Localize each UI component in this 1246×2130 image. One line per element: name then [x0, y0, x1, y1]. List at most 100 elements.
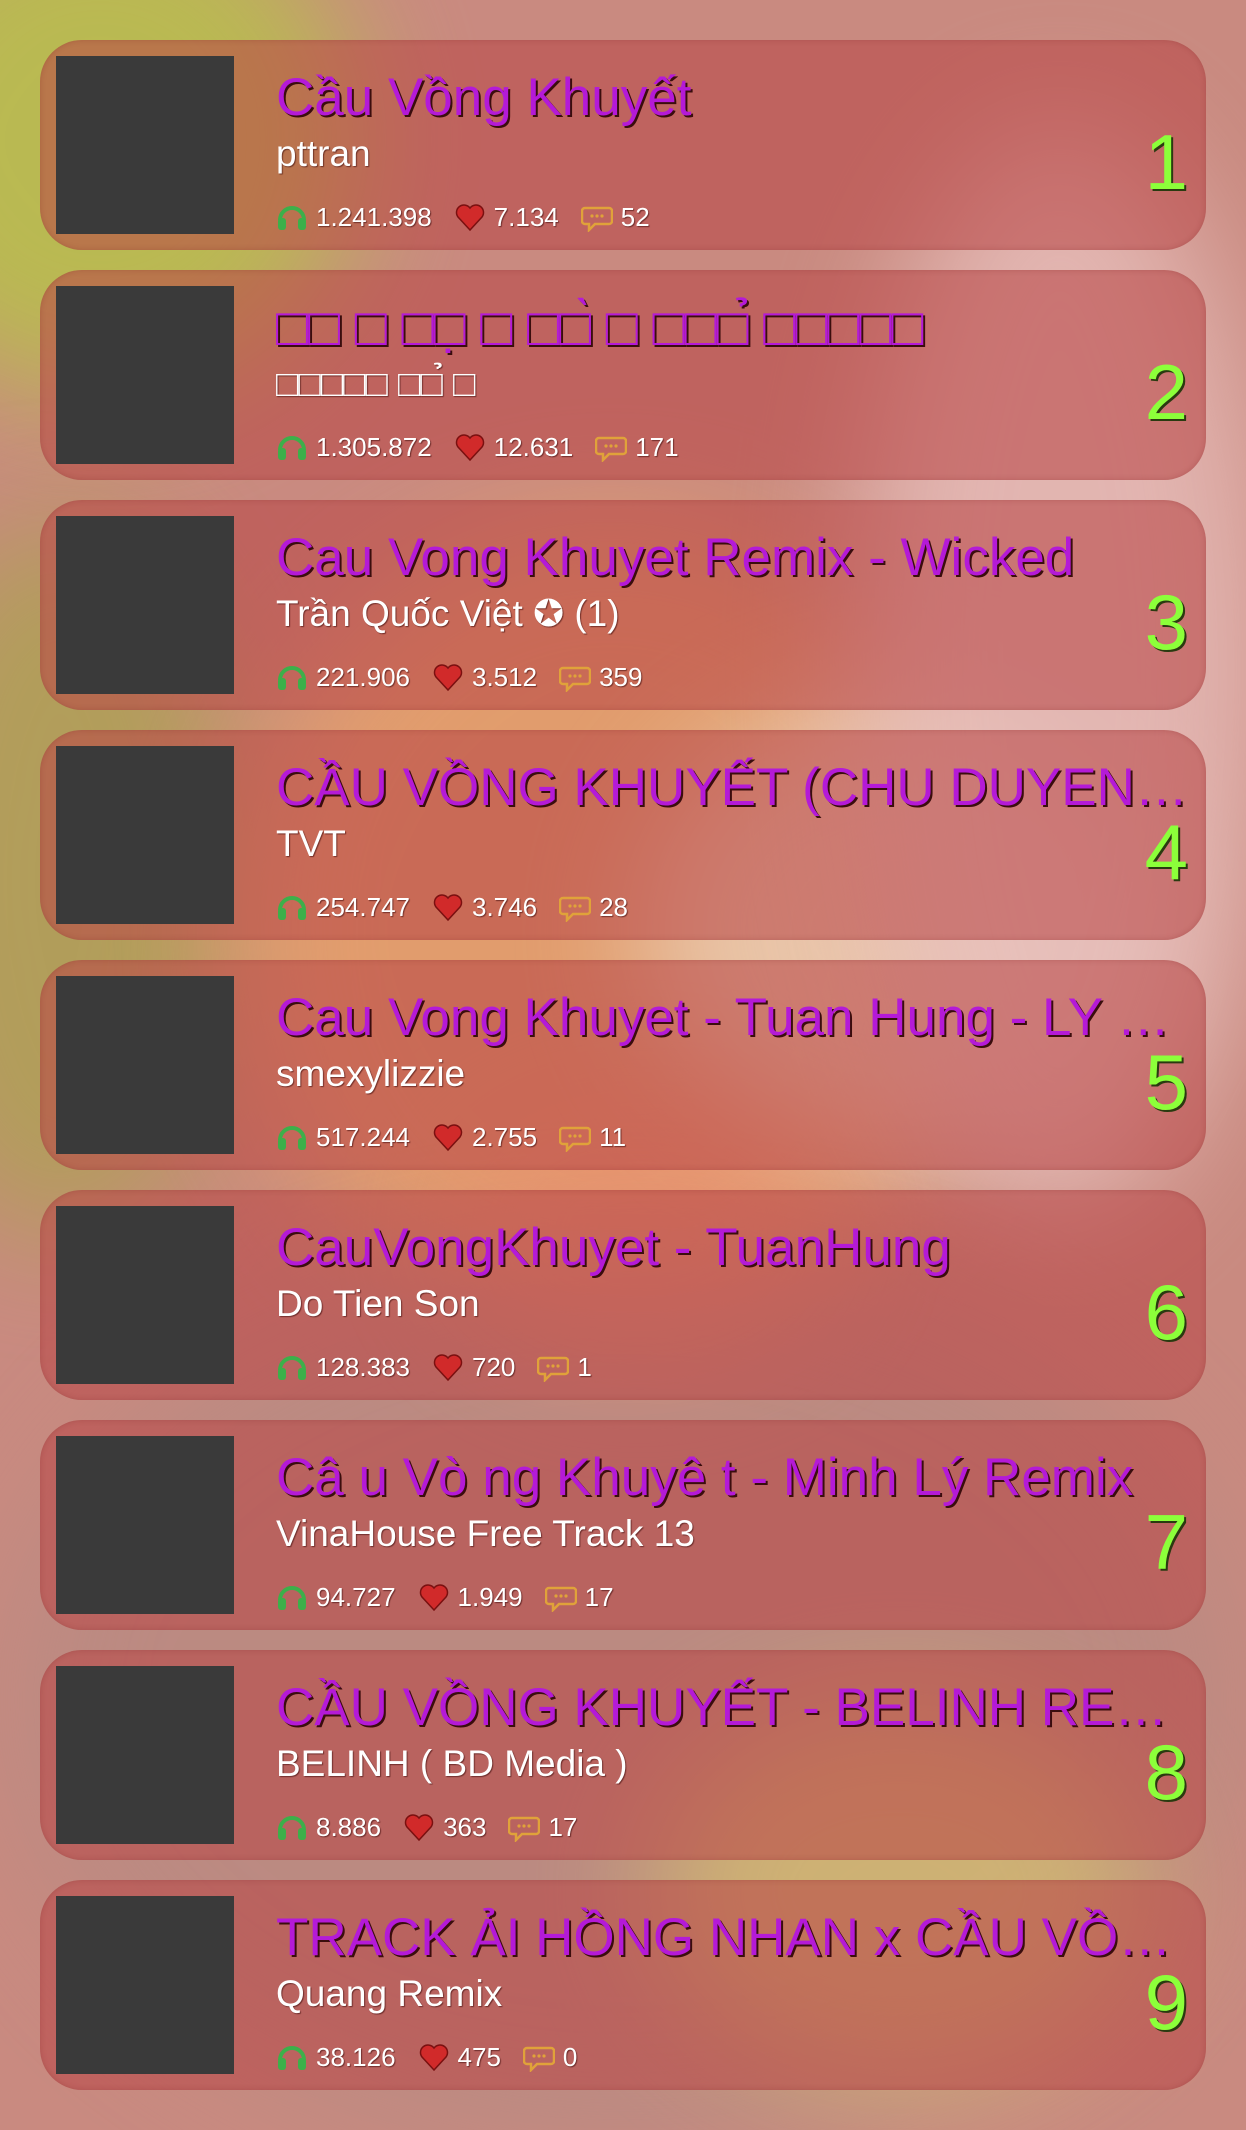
comment-count: 17: [584, 1581, 614, 1612]
track-rank: 5: [1144, 1038, 1188, 1126]
heart-icon: [432, 662, 464, 692]
comment-icon: [580, 202, 613, 232]
track-card[interactable]: CẦU VỒNG KHUYẾT - BELINH REMIX BELINH ( …: [40, 1650, 1206, 1860]
headphones-icon: [276, 202, 308, 232]
track-thumbnail[interactable]: [56, 976, 234, 1154]
track-thumbnail[interactable]: [56, 1436, 234, 1614]
like-count: 363: [443, 1811, 487, 1842]
comment-count: 17: [548, 1811, 578, 1842]
headphones-icon: [276, 432, 308, 462]
track-rank: 8: [1144, 1728, 1188, 1816]
like-count: 3.746: [471, 891, 538, 922]
track-artist[interactable]: BELINH ( BD Media ): [276, 1742, 1076, 1786]
track-title[interactable]: Cau Vong Khuyet Remix - Wicked: [276, 526, 1201, 590]
track-rank: 7: [1144, 1498, 1188, 1586]
track-card[interactable]: Câ u Vò ng Khuyê t - Minh Lý Remix VinaH…: [40, 1420, 1206, 1630]
comment-icon: [508, 1812, 541, 1842]
track-artist[interactable]: Do Tien Son: [276, 1282, 1076, 1326]
track-artist[interactable]: smexylizzie: [276, 1052, 1076, 1096]
listen-count: 94.727: [316, 1581, 396, 1612]
track-title[interactable]: Cau Vong Khuyet - Tuan Hung - LY REMIX: [276, 986, 1201, 1050]
heart-icon: [432, 892, 464, 922]
track-rank: 6: [1144, 1268, 1188, 1356]
like-count: 3.512: [471, 661, 538, 692]
listen-count: 517.244: [316, 1121, 410, 1152]
comment-count: 11: [599, 1121, 627, 1152]
track-stats: 254.747 3.746 28: [276, 890, 650, 924]
comment-count: 171: [635, 431, 679, 462]
track-thumbnail[interactable]: [56, 56, 234, 234]
comment-count: 359: [599, 661, 643, 692]
track-title[interactable]: TRACK ẢI HỒNG NHAN x CẦU VỒNG KHUYẾT: [276, 1906, 1201, 1970]
headphones-icon: [276, 1812, 308, 1842]
track-card[interactable]: CẦU VỒNG KHUYẾT (CHU DUYEN REMIX) TVT 4 …: [40, 730, 1206, 940]
like-count: 12.631: [493, 431, 574, 462]
track-artist[interactable]: VinaHouse Free Track 13: [276, 1512, 1076, 1556]
track-title[interactable]: CẦU VỒNG KHUYẾT - BELINH REMIX: [276, 1676, 1201, 1740]
track-thumbnail[interactable]: [56, 516, 234, 694]
headphones-icon: [276, 1352, 308, 1382]
comment-count: 0: [562, 2041, 578, 2072]
track-rank: 9: [1144, 1958, 1188, 2046]
track-stats: 1.305.872 12.631 171: [276, 430, 701, 464]
track-stats: 128.383 720 1: [276, 1350, 614, 1384]
comment-icon: [544, 1582, 577, 1612]
track-card[interactable]: Cầu Vồng Khuyết pttran 1 1.241.398 7.134…: [40, 40, 1206, 250]
track-card[interactable]: CauVongKhuyet - TuanHung Do Tien Son 6 1…: [40, 1190, 1206, 1400]
track-thumbnail[interactable]: [56, 286, 234, 464]
track-stats: 1.241.398 7.134 52: [276, 200, 672, 234]
heart-icon: [454, 432, 486, 462]
heart-icon: [454, 202, 486, 232]
headphones-icon: [276, 2042, 308, 2072]
comment-icon: [559, 892, 592, 922]
comment-icon: [537, 1352, 570, 1382]
track-artist[interactable]: TVT: [276, 822, 1076, 866]
comment-icon: [595, 432, 628, 462]
track-thumbnail[interactable]: [56, 746, 234, 924]
track-title[interactable]: Câ u Vò ng Khuyê t - Minh Lý Remix: [276, 1446, 1201, 1510]
headphones-icon: [276, 1122, 308, 1152]
track-rank: 2: [1144, 348, 1188, 436]
track-artist[interactable]: pttran: [276, 132, 1076, 176]
like-count: 720: [471, 1351, 516, 1382]
track-artist[interactable]: Trần Quốc Việt ✪ (1): [276, 592, 1076, 636]
comment-count: 28: [599, 891, 628, 922]
track-title[interactable]: CauVongKhuyet - TuanHung: [276, 1216, 1201, 1280]
track-stats: 94.727 1.949 17: [276, 1580, 636, 1614]
heart-icon: [418, 2042, 450, 2072]
comment-icon: [559, 1122, 592, 1152]
like-count: 475: [457, 2041, 501, 2072]
track-thumbnail[interactable]: [56, 1666, 234, 1844]
headphones-icon: [276, 892, 308, 922]
headphones-icon: [276, 1582, 308, 1612]
track-title[interactable]: □□ □ □□̣ □ □□̀ □ □□□̉ □□□□□: [276, 296, 1201, 360]
like-count: 2.755: [471, 1121, 538, 1152]
track-rank: 4: [1144, 808, 1188, 896]
track-stats: 8.886 363 17: [276, 1810, 599, 1844]
track-card[interactable]: Cau Vong Khuyet - Tuan Hung - LY REMIX s…: [40, 960, 1206, 1170]
track-card[interactable]: TRACK ẢI HỒNG NHAN x CẦU VỒNG KHUYẾT Qua…: [40, 1880, 1206, 2090]
heart-icon: [432, 1352, 464, 1382]
track-artist[interactable]: □□□□□ □□̉ □: [276, 362, 1076, 406]
comment-count: 52: [620, 201, 650, 232]
heart-icon: [418, 1582, 450, 1612]
comment-icon: [559, 662, 592, 692]
track-thumbnail[interactable]: [56, 1206, 234, 1384]
listen-count: 38.126: [316, 2041, 396, 2072]
listen-count: 254.747: [316, 891, 410, 922]
comment-icon: [522, 2042, 555, 2072]
comment-count: 1: [577, 1351, 592, 1382]
track-rank: 1: [1144, 118, 1188, 206]
track-title[interactable]: Cầu Vồng Khuyết: [276, 66, 1201, 130]
track-stats: 38.126 475 0: [276, 2040, 599, 2074]
listen-count: 128.383: [316, 1351, 410, 1382]
track-artist[interactable]: Quang Remix: [276, 1972, 1076, 2016]
track-title[interactable]: CẦU VỒNG KHUYẾT (CHU DUYEN REMIX): [276, 756, 1201, 820]
listen-count: 8.886: [316, 1811, 382, 1842]
track-thumbnail[interactable]: [56, 1896, 234, 2074]
heart-icon: [432, 1122, 464, 1152]
track-card[interactable]: Cau Vong Khuyet Remix - Wicked Trần Quốc…: [40, 500, 1206, 710]
listen-count: 1.241.398: [316, 201, 432, 232]
headphones-icon: [276, 662, 308, 692]
track-card[interactable]: □□ □ □□̣ □ □□̀ □ □□□̉ □□□□□ □□□□□ □□̉ □ …: [40, 270, 1206, 480]
